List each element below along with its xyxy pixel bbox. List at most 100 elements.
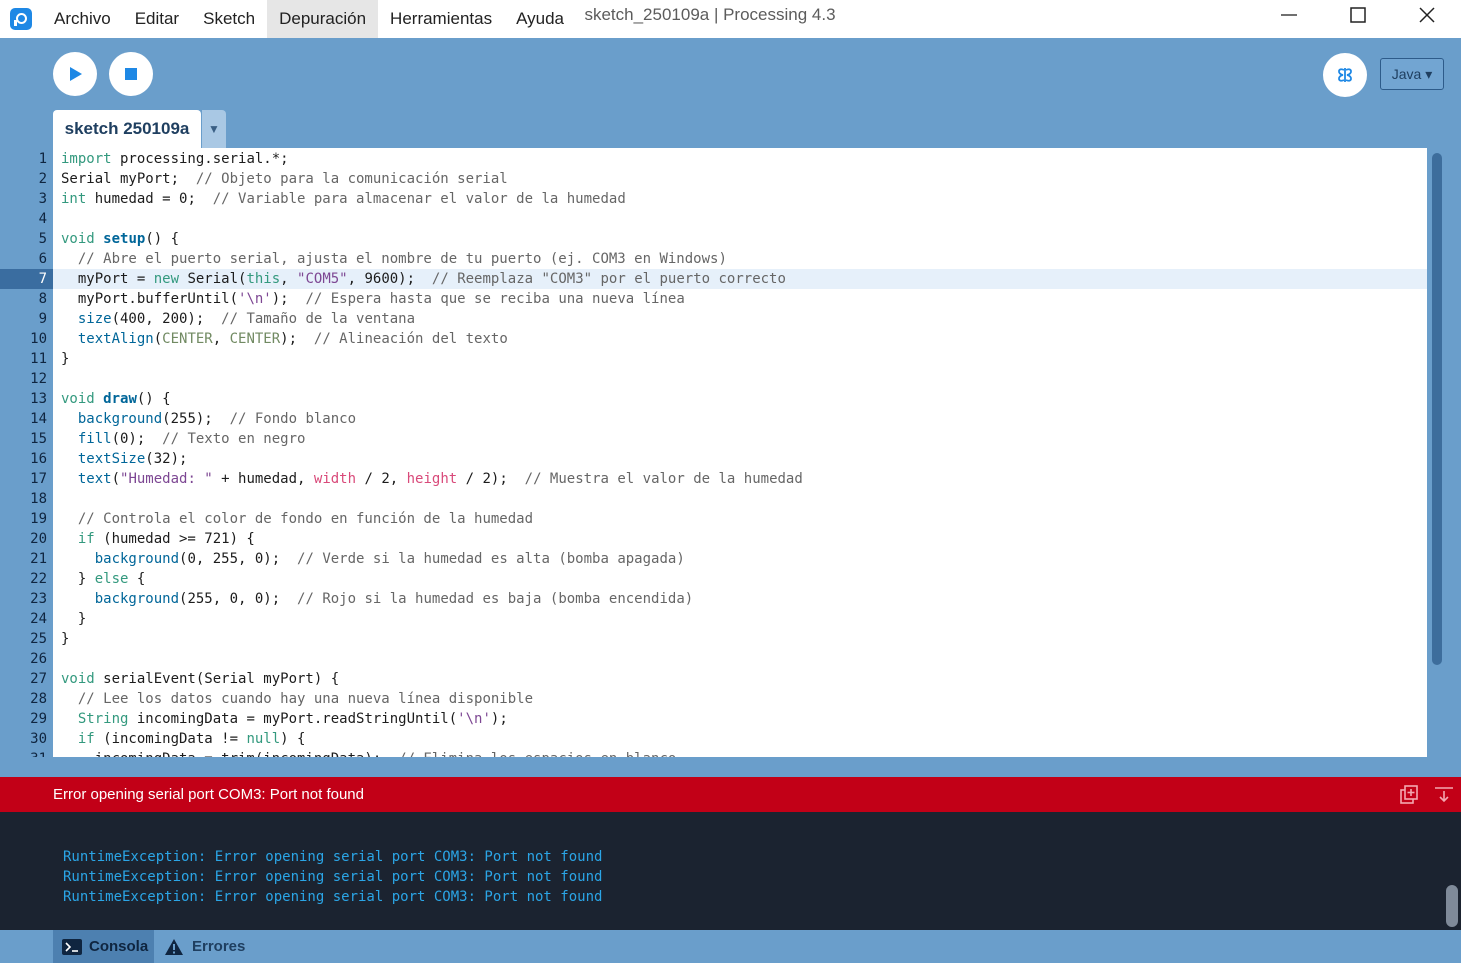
code-line[interactable]: } — [53, 349, 1427, 369]
menu-herramientas[interactable]: Herramientas — [378, 0, 504, 38]
code-line[interactable] — [53, 489, 1427, 509]
line-number: 5 — [38, 231, 47, 247]
console-output[interactable]: RuntimeException: Error opening serial p… — [0, 812, 1461, 930]
line-number: 20 — [30, 531, 47, 547]
code-line[interactable] — [53, 649, 1427, 669]
code-line[interactable]: void serialEvent(Serial myPort) { — [53, 669, 1427, 689]
line-number: 7 — [0, 269, 53, 289]
code-line[interactable]: textAlign(CENTER, CENTER); // Alineación… — [53, 329, 1427, 349]
code-line[interactable]: textSize(32); — [53, 449, 1427, 469]
code-line[interactable]: } — [53, 629, 1427, 649]
run-button[interactable] — [53, 52, 97, 96]
code-line[interactable]: background(0, 255, 0); // Verde si la hu… — [53, 549, 1427, 569]
code-line[interactable]: // Abre el puerto serial, ajusta el nomb… — [53, 249, 1427, 269]
code-line[interactable]: size(400, 200); // Tamaño de la ventana — [53, 309, 1427, 329]
menu-ayuda[interactable]: Ayuda — [504, 0, 576, 38]
code-line[interactable]: background(255, 0, 0); // Rojo si la hum… — [53, 589, 1427, 609]
code-line[interactable]: void setup() { — [53, 229, 1427, 249]
code-line[interactable]: // Controla el color de fondo en función… — [53, 509, 1427, 529]
line-number: 2 — [38, 171, 47, 187]
line-number: 13 — [30, 391, 47, 407]
console-scrollbar-thumb[interactable] — [1446, 885, 1458, 927]
line-number: 12 — [30, 371, 47, 387]
code-line[interactable]: // Lee los datos cuando hay una nueva lí… — [53, 689, 1427, 709]
line-number: 17 — [30, 471, 47, 487]
code-line[interactable]: background(255); // Fondo blanco — [53, 409, 1427, 429]
menu-archivo[interactable]: Archivo — [42, 0, 123, 38]
code-line-current[interactable]: myPort = new Serial(this, "COM5", 9600);… — [53, 269, 1427, 289]
close-button[interactable] — [1404, 0, 1450, 30]
menu-depuracion[interactable]: Depuración — [267, 0, 379, 38]
errors-tab[interactable]: Errores — [164, 930, 245, 963]
close-icon — [1419, 7, 1435, 23]
code-line[interactable] — [53, 209, 1427, 229]
console-tab-label: Consola — [89, 938, 149, 955]
stop-icon — [125, 68, 137, 80]
line-number: 15 — [30, 431, 47, 447]
chevron-down-icon: ▼ — [208, 122, 220, 136]
line-number: 29 — [30, 711, 47, 727]
line-number: 1 — [38, 151, 47, 167]
line-number: 6 — [38, 251, 47, 267]
line-number: 3 — [38, 191, 47, 207]
console-line: RuntimeException: Error opening serial p… — [63, 849, 603, 865]
line-number: 22 — [30, 571, 47, 587]
code-line[interactable]: Serial myPort; // Objeto para la comunic… — [53, 169, 1427, 189]
editor-status-strip — [0, 757, 1461, 777]
error-message: Error opening serial port COM3: Port not… — [53, 786, 364, 803]
line-number: 14 — [30, 411, 47, 427]
terminal-icon — [62, 938, 82, 955]
code-line[interactable]: import processing.serial.*; — [53, 149, 1427, 169]
code-line[interactable]: } else { — [53, 569, 1427, 589]
maximize-button[interactable] — [1335, 0, 1381, 30]
line-number: 27 — [30, 671, 47, 687]
console-line: RuntimeException: Error opening serial p… — [63, 869, 603, 885]
line-number: 28 — [30, 691, 47, 707]
code-line[interactable]: } — [53, 609, 1427, 629]
menu-editar[interactable]: Editar — [123, 0, 191, 38]
code-line[interactable]: myPort.bufferUntil('\n'); // Espera hast… — [53, 289, 1427, 309]
line-number: 9 — [38, 311, 47, 327]
debugger-button[interactable] — [1323, 53, 1367, 97]
maximize-icon — [1350, 7, 1366, 23]
code-editor[interactable]: import processing.serial.*; Serial myPort… — [53, 148, 1427, 758]
code-line[interactable]: void draw() { — [53, 389, 1427, 409]
minimize-button[interactable] — [1266, 0, 1312, 30]
line-number: 19 — [30, 511, 47, 527]
mode-select[interactable]: Java ▾ — [1380, 58, 1444, 90]
line-number: 21 — [30, 551, 47, 567]
line-number: 11 — [30, 351, 47, 367]
line-number: 18 — [30, 491, 47, 507]
code-line[interactable]: if (humedad >= 721) { — [53, 529, 1427, 549]
error-bar: Error opening serial port COM3: Port not… — [0, 777, 1461, 812]
warning-icon — [165, 938, 183, 955]
menu-sketch[interactable]: Sketch — [191, 0, 267, 38]
line-number: 23 — [30, 591, 47, 607]
line-number: 10 — [30, 331, 47, 347]
copy-icon[interactable] — [1399, 785, 1419, 805]
tab-sketch[interactable]: sketch 250109a — [53, 110, 201, 148]
code-line[interactable] — [53, 369, 1427, 389]
processing-logo-icon — [0, 0, 42, 38]
tab-menu-button[interactable]: ▼ — [202, 110, 226, 148]
clear-console-icon[interactable] — [1434, 785, 1454, 805]
code-line[interactable]: text("Humedad: " + humedad, width / 2, h… — [53, 469, 1427, 489]
minimize-icon — [1281, 14, 1297, 16]
play-icon — [70, 67, 82, 81]
line-number: 26 — [30, 651, 47, 667]
line-number: 16 — [30, 451, 47, 467]
errors-tab-label: Errores — [192, 938, 246, 955]
line-number: 8 — [38, 291, 47, 307]
stop-button[interactable] — [109, 52, 153, 96]
console-tab[interactable]: Consola — [53, 930, 154, 963]
code-line[interactable]: if (incomingData != null) { — [53, 729, 1427, 749]
code-line[interactable]: String incomingData = myPort.readStringU… — [53, 709, 1427, 729]
line-number: 30 — [30, 731, 47, 747]
code-line[interactable]: int humedad = 0; // Variable para almace… — [53, 189, 1427, 209]
title-bar: Archivo Editar Sketch Depuración Herrami… — [0, 0, 1461, 38]
console-line: RuntimeException: Error opening serial p… — [63, 889, 603, 905]
code-line[interactable]: fill(0); // Texto en negro — [53, 429, 1427, 449]
line-number: 25 — [30, 631, 47, 647]
editor-scrollbar-thumb[interactable] — [1432, 153, 1442, 665]
line-number: 4 — [38, 211, 47, 227]
